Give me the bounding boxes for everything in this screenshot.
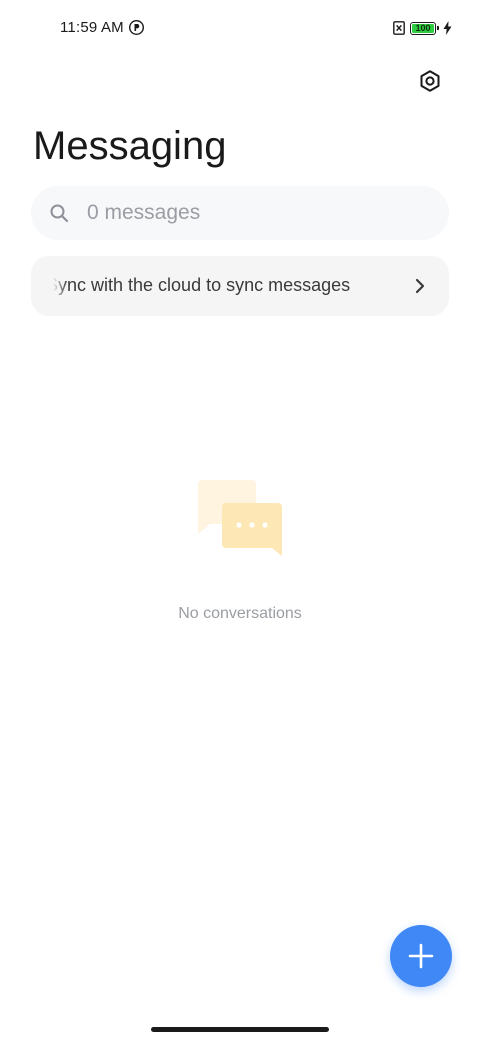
search-input[interactable] bbox=[85, 200, 409, 226]
status-bar: 11:59 AM 100 bbox=[0, 0, 480, 56]
messaging-screen: 11:59 AM 100 Messaging 0 messages Sync w… bbox=[0, 0, 480, 1040]
bolt-icon bbox=[443, 21, 452, 35]
status-time: 11:59 AM bbox=[60, 19, 124, 36]
page-title: Messaging bbox=[33, 124, 227, 168]
plus-icon bbox=[408, 943, 434, 969]
settings-button[interactable] bbox=[416, 67, 444, 95]
sync-banner-text: Sync with the cloud to sync messages bbox=[53, 275, 351, 295]
status-indicators: 100 bbox=[393, 19, 452, 37]
battery-indicator: 100 bbox=[410, 21, 439, 35]
search-bar[interactable] bbox=[31, 186, 449, 240]
new-message-button[interactable] bbox=[390, 925, 452, 987]
empty-state-text: No conversations bbox=[178, 605, 302, 622]
pocket-p-icon bbox=[129, 20, 144, 35]
chevron-right-icon bbox=[415, 278, 425, 294]
chat-bubbles-icon bbox=[198, 480, 282, 556]
sync-banner[interactable]: Sync with the cloud to sync messages bbox=[31, 256, 449, 316]
no-sim-icon bbox=[393, 21, 405, 35]
home-indicator[interactable] bbox=[151, 1027, 329, 1032]
settings-hexagon-icon bbox=[420, 70, 440, 92]
battery-level: 100 bbox=[412, 23, 434, 33]
sync-text-container: Sync with the cloud to sync messages bbox=[53, 256, 413, 316]
search-icon bbox=[50, 204, 69, 223]
